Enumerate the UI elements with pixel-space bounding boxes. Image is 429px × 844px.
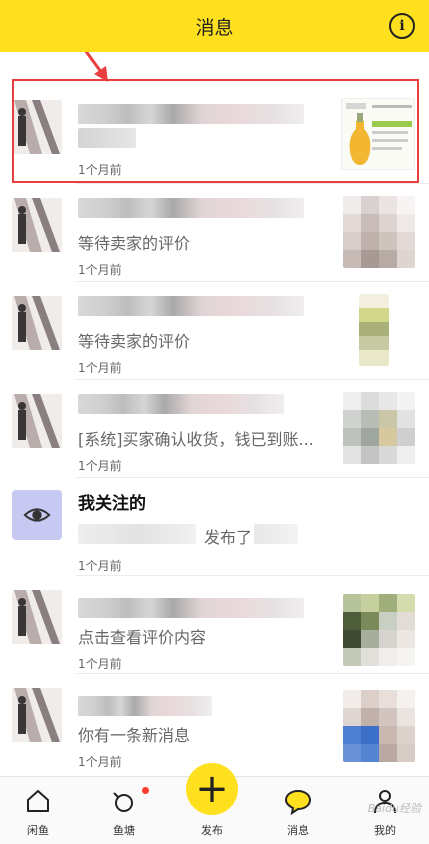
tab-label: 发布 xyxy=(201,824,223,837)
message-preview: [系统]买家确认收货，钱已到账... xyxy=(78,430,314,449)
list-item[interactable]: 点击查看评价内容 1个月前 xyxy=(0,576,429,674)
blurred-user-name xyxy=(78,524,196,544)
blurred-sender-name xyxy=(78,696,212,716)
list-item[interactable]: [系统]买家确认收货，钱已到账... 1个月前 xyxy=(0,380,429,478)
avatar xyxy=(12,198,62,252)
avatar xyxy=(12,296,62,350)
message-preview: 等待卖家的评价 xyxy=(78,332,191,351)
message-preview: 发布了 xyxy=(204,528,253,547)
eye-icon xyxy=(12,490,62,540)
list-item[interactable]: 你有一条新消息 1个月前 xyxy=(0,674,429,772)
tab-label: 我的 xyxy=(374,824,396,837)
bottom-tab-bar: 闲鱼 鱼塘 + 发布 消息 我的 Baidu经验 xyxy=(0,763,429,844)
blurred-item-name xyxy=(254,524,298,544)
avatar xyxy=(12,394,62,448)
message-time: 1个月前 xyxy=(78,361,122,375)
item-thumbnail xyxy=(343,690,415,762)
item-thumbnail xyxy=(359,294,389,366)
message-time: 1个月前 xyxy=(78,657,122,671)
message-preview: 等待卖家的评价 xyxy=(78,234,191,253)
tab-messages[interactable]: 消息 xyxy=(268,777,328,844)
plus-icon[interactable]: + xyxy=(186,763,238,815)
blurred-sender-name xyxy=(78,198,304,218)
message-time: 1个月前 xyxy=(78,755,122,769)
blurred-sender-name xyxy=(78,296,304,316)
info-icon[interactable]: i xyxy=(389,13,415,39)
message-time: 1个月前 xyxy=(78,459,122,473)
highlight-box xyxy=(12,79,419,183)
chat-bubble-icon xyxy=(284,789,312,815)
page-title: 消息 xyxy=(195,16,234,39)
following-title: 我关注的 xyxy=(78,494,146,514)
watermark: Baidu经验 xyxy=(367,802,421,815)
notification-dot xyxy=(142,787,149,794)
tab-label: 鱼塘 xyxy=(113,824,135,837)
blurred-sender-name xyxy=(78,394,284,414)
message-time: 1个月前 xyxy=(78,559,122,573)
message-preview: 点击查看评价内容 xyxy=(78,628,207,647)
message-time: 1个月前 xyxy=(78,263,122,277)
header-bar: 消息 i xyxy=(0,0,429,52)
avatar xyxy=(12,688,62,742)
message-preview: 你有一条新消息 xyxy=(78,726,191,745)
item-thumbnail xyxy=(343,594,415,666)
tab-home[interactable]: 闲鱼 xyxy=(8,777,68,844)
list-item[interactable]: 等待卖家的评价 1个月前 xyxy=(0,184,429,282)
tab-label: 闲鱼 xyxy=(27,824,49,837)
item-thumbnail xyxy=(343,392,415,464)
item-thumbnail xyxy=(343,196,415,268)
following-list-item[interactable]: 我关注的 发布了 1个月前 xyxy=(0,478,429,576)
blurred-sender-name xyxy=(78,598,304,618)
list-item[interactable]: 等待卖家的评价 1个月前 xyxy=(0,282,429,380)
message-list: 1个月前 等待卖家的评价 1个月前 等待卖家的评价 1个月前 [系统]买家确认收… xyxy=(0,52,429,776)
avatar xyxy=(12,590,62,644)
home-icon xyxy=(27,790,49,812)
tab-label: 消息 xyxy=(287,824,309,837)
pond-icon xyxy=(113,792,133,812)
